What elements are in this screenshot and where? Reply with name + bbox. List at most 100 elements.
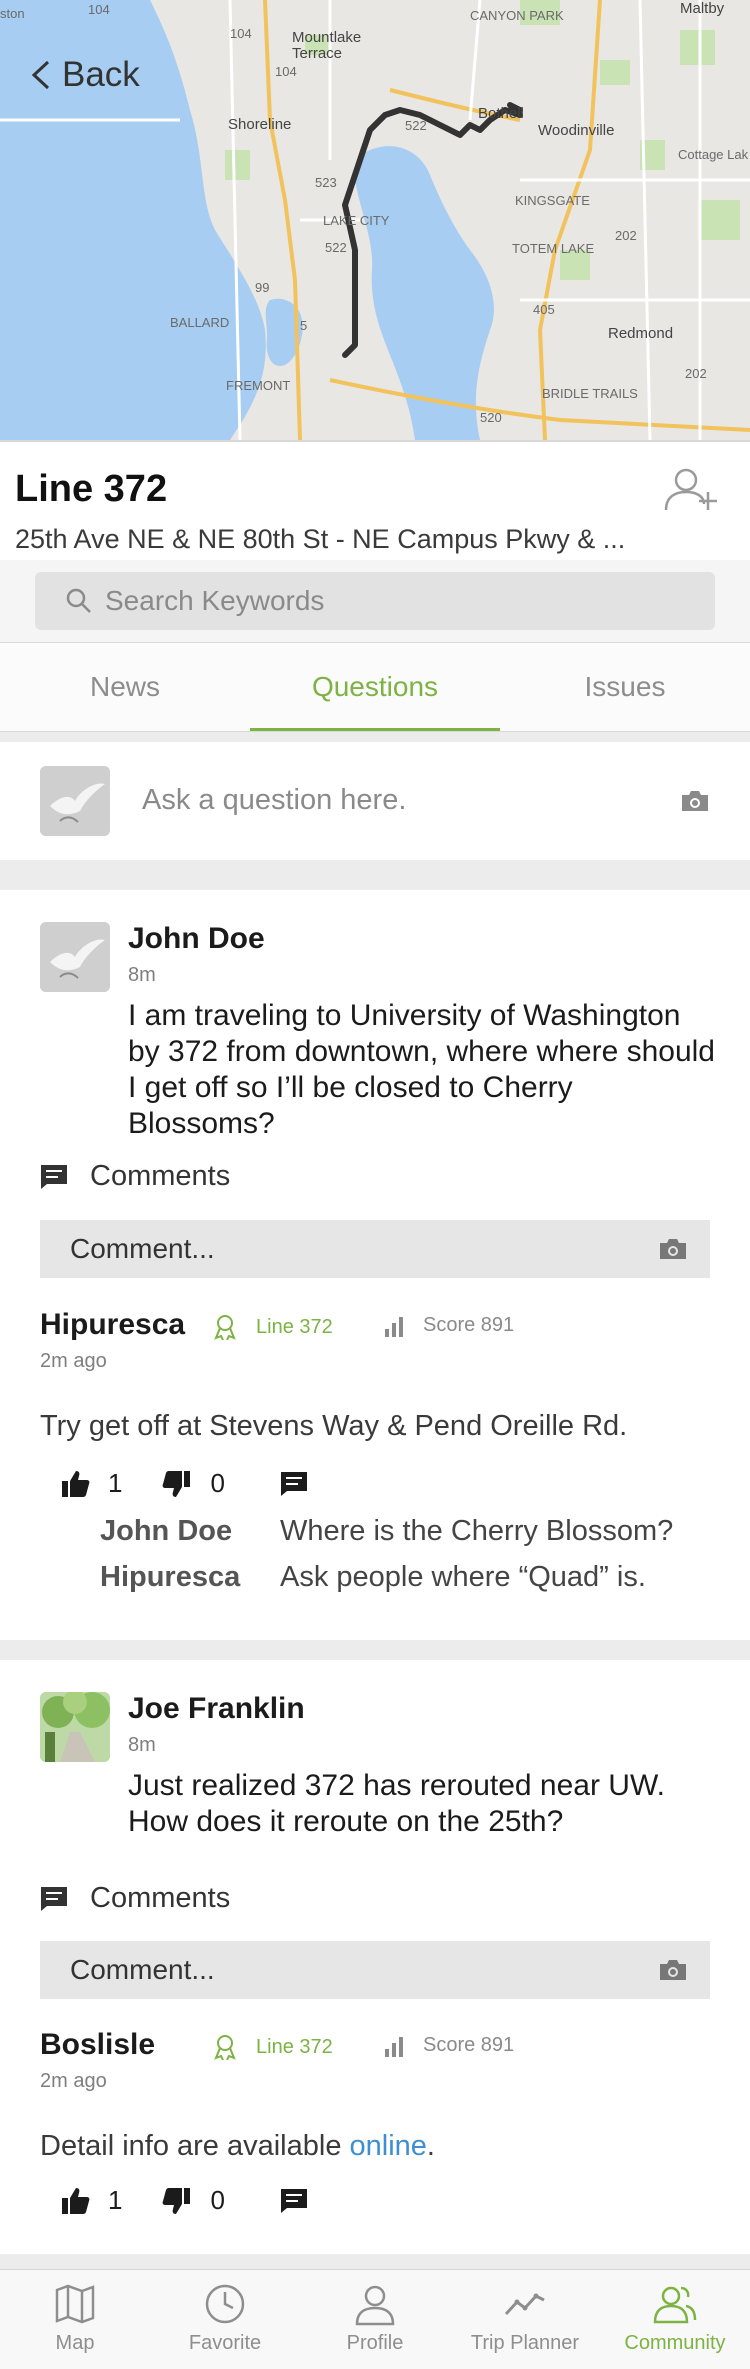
map-label-route-522: 522 [405,118,427,133]
park-avatar-image [40,1692,110,1762]
nav-profile[interactable]: Profile [300,2270,450,2369]
trend-icon [504,2293,545,2316]
section-divider [0,1640,750,1660]
map-label-route-104c: 104 [275,64,297,79]
answer-author[interactable]: Boslisle [40,2028,155,2062]
map-icon [55,2284,95,2324]
nav-community-label: Community [624,2332,726,2354]
reply-author[interactable]: Hipuresca [100,1561,240,1594]
nav-profile-label: Profile [346,2332,404,2354]
section-divider [0,732,750,742]
nav-favorite-label: Favorite [188,2332,262,2354]
question-author[interactable]: Joe Franklin [128,1692,305,1726]
score-badge: Score 891 [383,2034,514,2057]
comments-label: Comments [90,1160,231,1192]
answer-body-suffix: . [426,2130,435,2162]
bird-avatar-image [40,766,110,836]
bar-chart-icon [385,1316,403,1337]
reply-text: Ask people where “Quad” is. [280,1561,646,1593]
thumbs-down-icon [163,1470,191,1497]
dislike-count: 0 [210,1468,225,1498]
map-label-canyon-park: CANYON PARK [470,8,564,23]
question-body: Just realized 372 has rerouted near UW. … [128,1769,665,1838]
map-label-bridle-trails: BRIDLE TRAILS [542,386,638,401]
avatar [40,922,110,992]
back-button[interactable]: Back [30,50,140,100]
ask-question-row: Ask a question here. [0,742,750,860]
map-label-woodinville: Woodinville [538,122,615,139]
chevron-left-icon [31,60,50,90]
comment-input[interactable]: Comment... [40,1220,710,1278]
thumbs-up-icon [62,1470,90,1497]
answer-body: Try get off at Stevens Way & Pend Oreill… [40,1410,628,1442]
map-label-lake-city: LAKE CITY [323,213,390,228]
answer-author[interactable]: Hipuresca [40,1308,185,1342]
route-subtitle: 25th Ave NE & NE 80th St - NE Campus Pkw… [15,524,626,554]
ribbon-icon [214,1315,236,1340]
reply-text: Where is the Cherry Blossom? [280,1515,674,1547]
nav-map[interactable]: Map [0,2270,150,2369]
map-label-fremont: FREMONT [226,378,291,393]
reply-author[interactable]: John Doe [100,1515,232,1548]
person-icon [355,2285,395,2326]
nav-community[interactable]: Community [600,2270,750,2369]
line-badge: Line 372 [212,2034,333,2060]
reply-button[interactable] [279,2186,309,2216]
add-follow-icon[interactable] [662,466,720,514]
comment-icon [280,2188,307,2213]
question-time: 8m [128,964,156,986]
search-input[interactable] [105,585,665,617]
avatar [40,766,110,836]
answer-body: Detail info are available online. [40,2130,435,2163]
score-label: Score 891 [423,1314,515,1336]
map-label-route-202b: 202 [685,366,707,381]
ask-question-input[interactable]: Ask a question here. [142,784,406,817]
tab-news[interactable]: News [0,643,250,731]
reply-button[interactable] [279,1469,309,1499]
map-label-redmond: Redmond [608,325,674,342]
nav-favorite[interactable]: Favorite [150,2270,300,2369]
search-icon [66,588,91,613]
reply-item: Hipuresca Ask people where “Quad” is. [0,1561,750,1601]
clock-icon [205,2284,245,2324]
map-label-route-99: 99 [255,280,270,295]
map-label-route-522b: 522 [325,240,347,255]
dislike-button[interactable]: 0 [162,2185,225,2216]
dislike-button[interactable]: 0 [162,1468,225,1499]
reply-item: John Doe Where is the Cherry Blossom? [0,1515,750,1555]
like-count: 1 [108,2185,123,2215]
bottom-nav: Map Favorite Profile Trip Planner Commun… [0,2269,750,2369]
line-badge-label: Line 372 [256,1315,333,1338]
tab-issues[interactable]: Issues [500,643,750,731]
question-card: Joe Franklin 8m Just realized 372 has re… [0,1660,750,2254]
map-label-route-202: 202 [615,228,637,243]
tab-bar: News Questions Issues [0,642,750,732]
map-label-edmonds: ston [0,6,25,21]
search-box[interactable] [35,572,715,630]
nav-trip-planner[interactable]: Trip Planner [450,2270,600,2369]
community-icon [653,2286,697,2324]
camera-icon[interactable] [658,1958,688,1982]
comment-placeholder: Comment... [70,1233,215,1264]
dislike-count: 0 [210,2185,225,2215]
map-label-ballard: BALLARD [170,315,230,330]
camera-icon[interactable] [658,1237,688,1261]
like-button[interactable]: 1 [60,1468,122,1499]
map-label-maltby: Maltby [680,0,725,17]
camera-icon[interactable] [680,789,710,813]
line-badge: Line 372 [212,1314,333,1340]
map-label-route-520: 520 [480,410,502,425]
section-divider [0,2254,750,2269]
section-divider [0,860,750,890]
tab-questions[interactable]: Questions [250,643,500,731]
nav-map-label: Map [55,2332,95,2354]
comment-icon [280,1471,307,1496]
comments-toggle[interactable]: Comments [40,1882,230,1915]
comment-input[interactable]: Comment... [40,1941,710,1999]
map-label-cottage-lake: Cottage Lak [678,147,749,162]
comments-toggle[interactable]: Comments [40,1160,230,1193]
route-map[interactable]: ston 104 104 104 Mountlake Terrace CANYO… [0,0,750,440]
like-button[interactable]: 1 [60,2185,122,2216]
online-link[interactable]: online [350,2130,427,2162]
question-author[interactable]: John Doe [128,922,265,956]
